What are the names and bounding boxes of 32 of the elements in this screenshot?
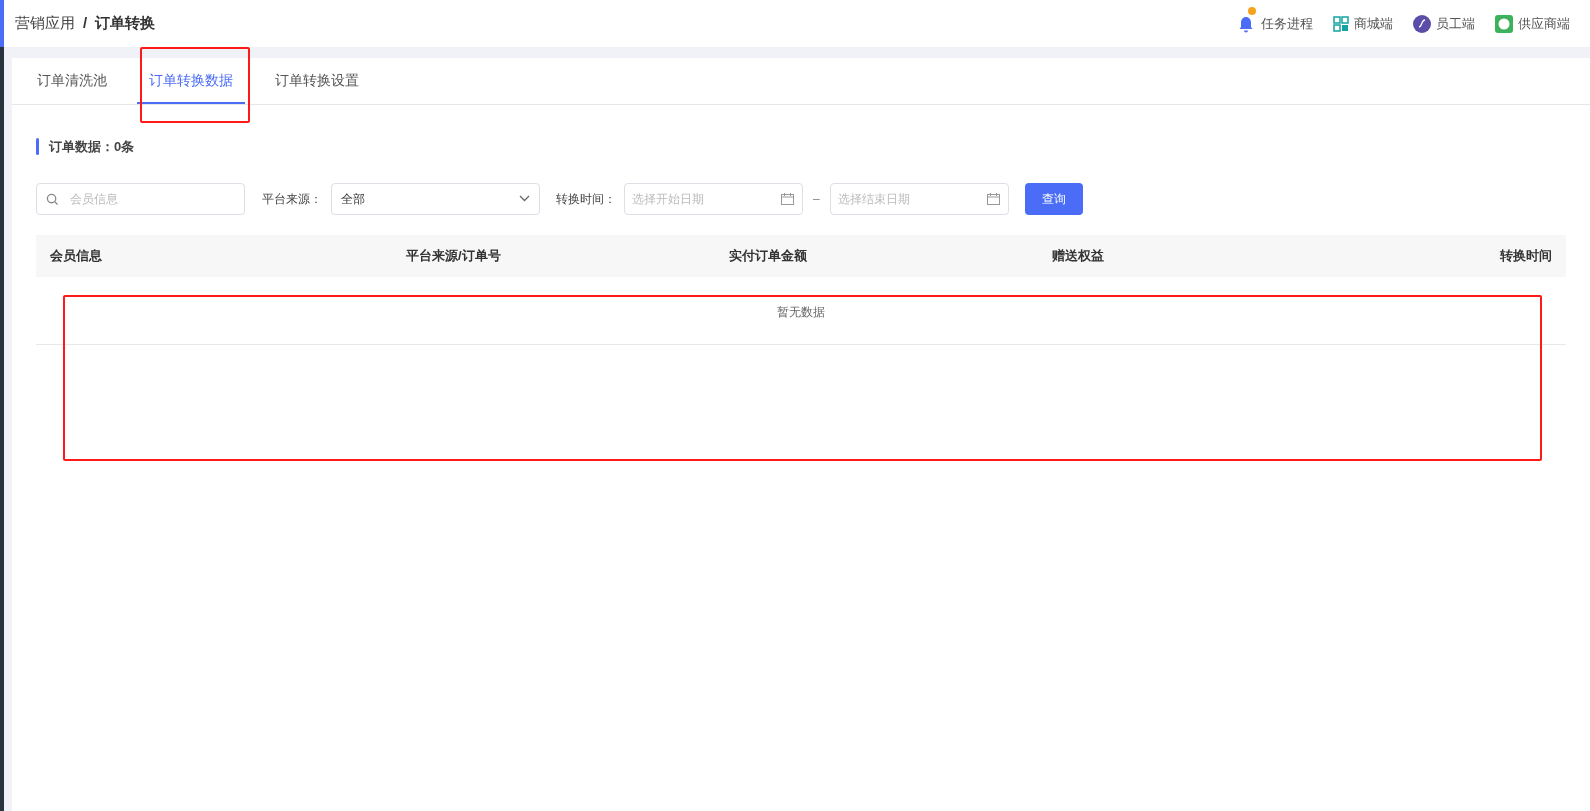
search-field[interactable]: 会员信息 (36, 182, 245, 215)
query-button[interactable]: 查询 (1024, 182, 1083, 215)
filter-label: 平台来源： (262, 190, 322, 208)
platform-select[interactable]: 全部 (331, 182, 540, 215)
tab[interactable]: 订单转换设置 (263, 58, 371, 104)
date-field[interactable]: 选择结束日期 (829, 182, 1009, 215)
date-separator: – (813, 190, 820, 208)
column-header: 会员信息 (50, 246, 103, 265)
header-link[interactable]: 商城端 (1333, 6, 1393, 41)
calendar-icon (781, 192, 794, 205)
breadcrumb-current: 订单转换 (95, 13, 156, 34)
date-field[interactable]: 选择开始日期 (624, 182, 803, 215)
section-title: 订单数据：0条 (49, 138, 135, 156)
column-header: 实付订单金额 (729, 246, 808, 265)
filter-label: 转换时间： (556, 190, 616, 208)
empty-state-text: 暂无数据 (777, 303, 825, 321)
header-link[interactable]: 任务进程 (1236, 6, 1313, 41)
search-icon (46, 192, 59, 206)
tab[interactable]: 订单转换数据 (137, 58, 245, 104)
tab[interactable]: 订单清洗池 (25, 58, 119, 104)
header-link[interactable]: 员工端 (1413, 6, 1475, 41)
chevron-down-icon (519, 195, 530, 202)
breadcrumb-link[interactable]: 营销应用 (15, 12, 75, 35)
column-header: 平台来源/订单号 (406, 246, 502, 265)
qr-code-icon (1333, 15, 1349, 32)
breadcrumb-separator: / (83, 13, 88, 34)
section-marker (36, 138, 39, 156)
column-header: 赠送权益 (1052, 246, 1105, 265)
calendar-icon (986, 192, 1000, 205)
column-header: 转换时间 (1499, 246, 1552, 265)
header-link[interactable]: 供应商端 (1495, 6, 1570, 41)
app-icon (1413, 14, 1431, 33)
